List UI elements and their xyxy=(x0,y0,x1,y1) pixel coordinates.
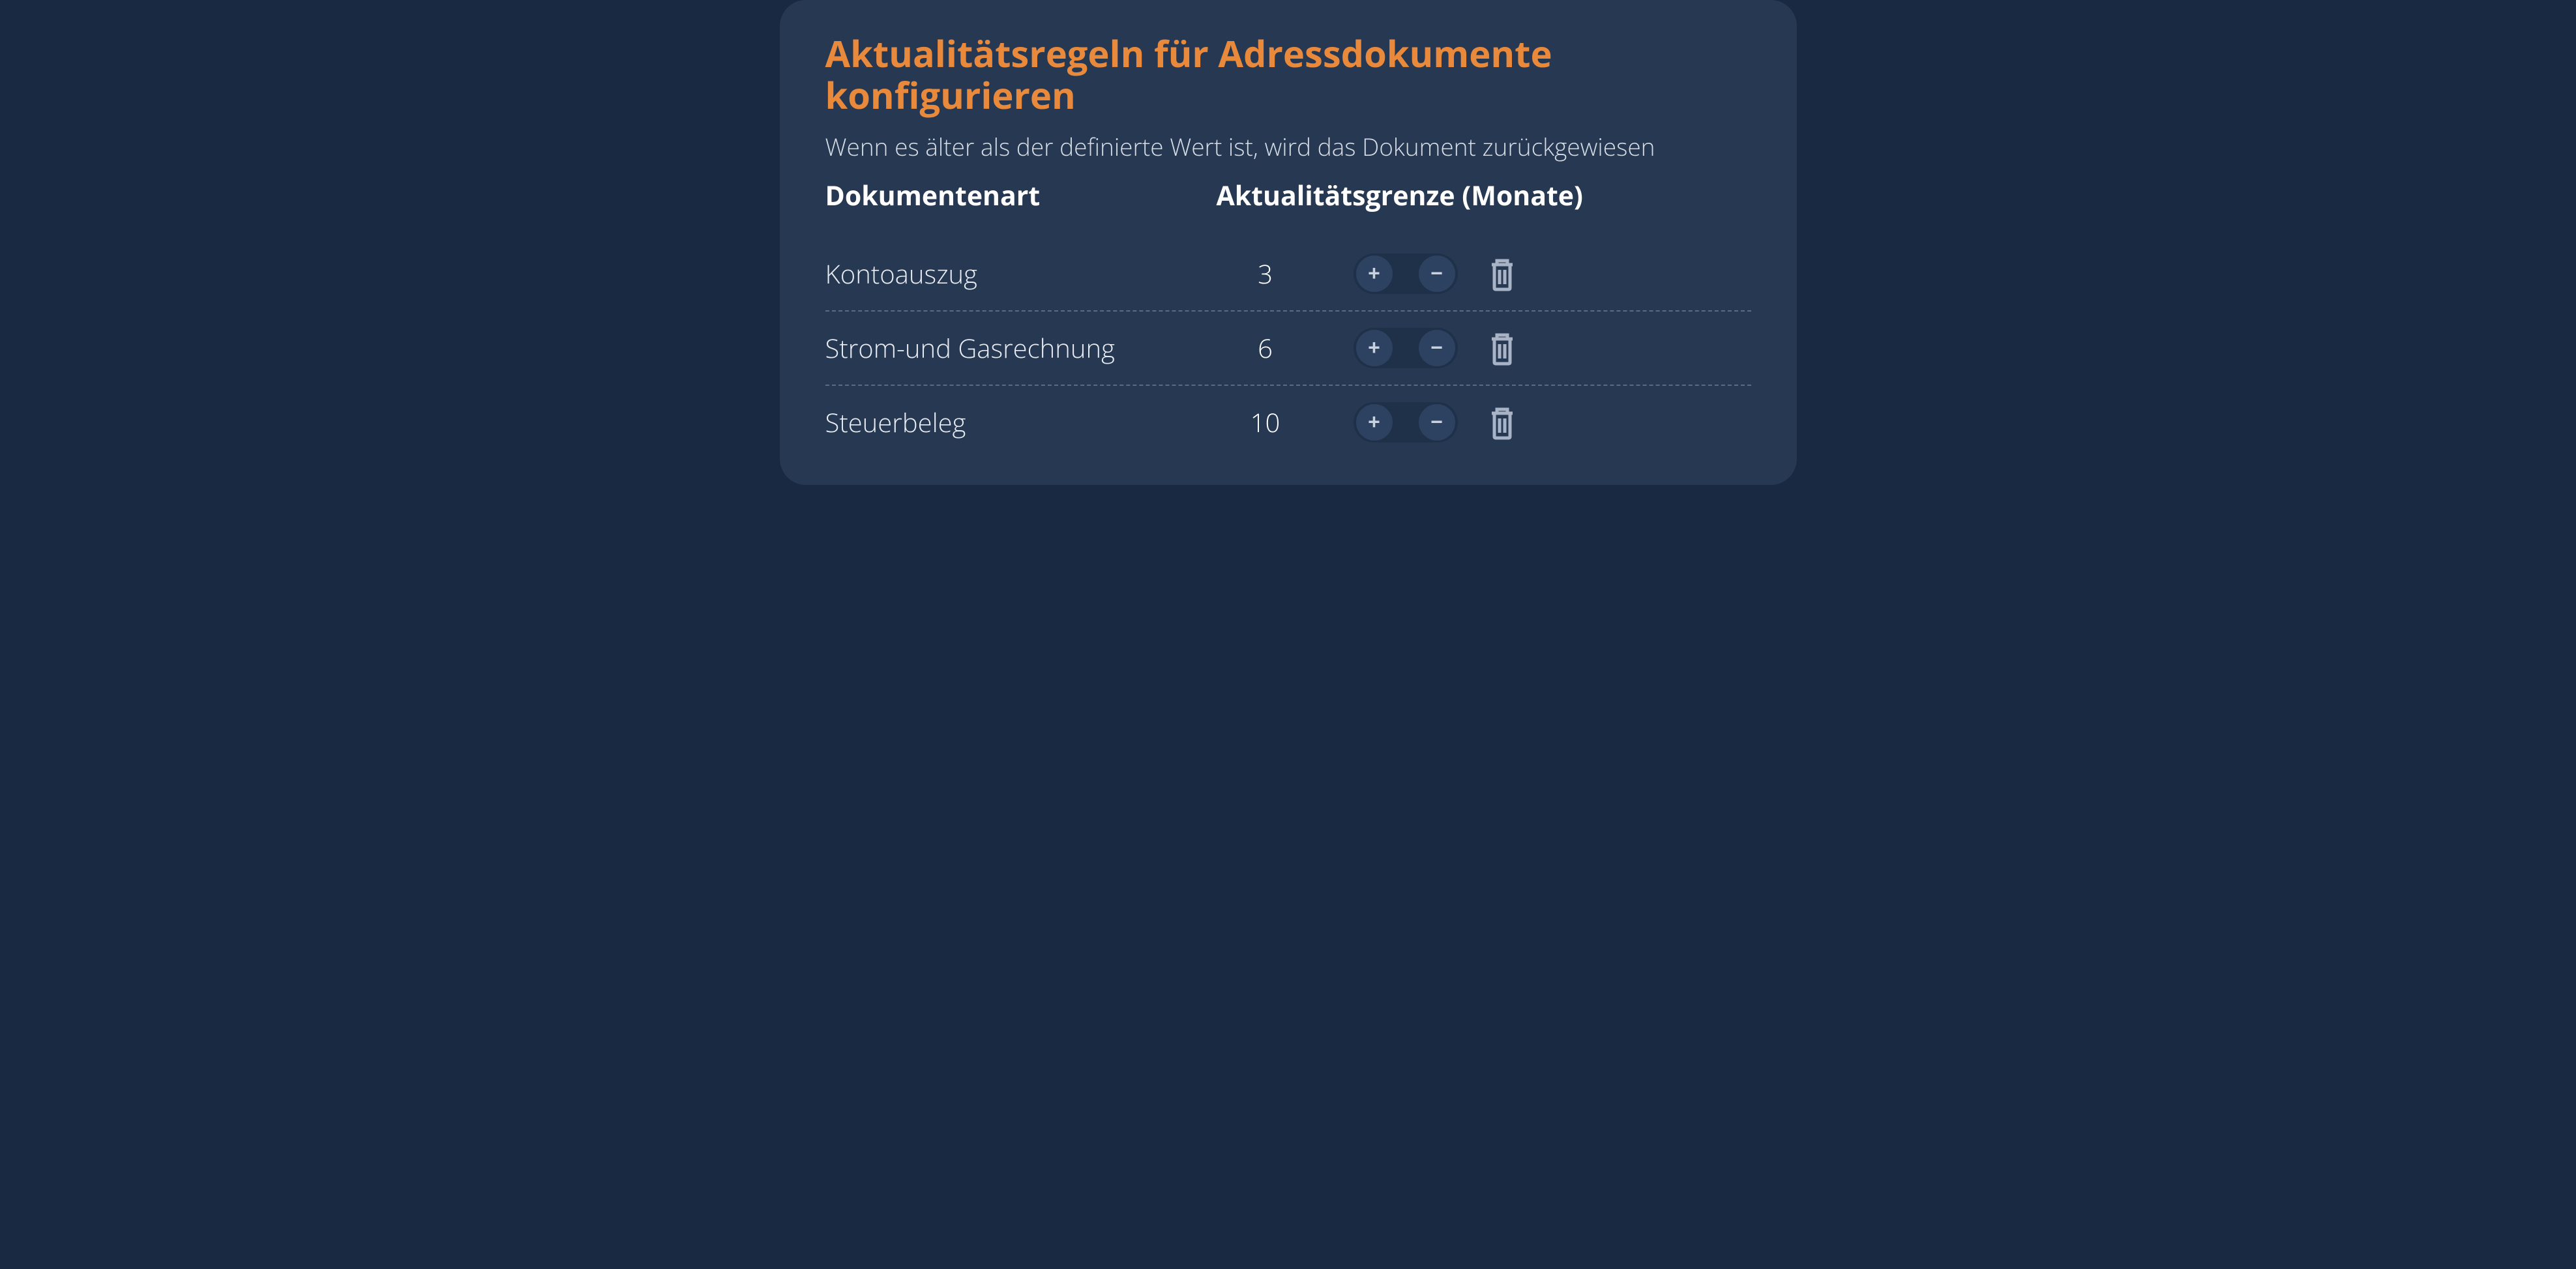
table-headers: Dokumentenart Aktualitätsgrenze (Monate) xyxy=(825,177,1751,214)
increment-button[interactable]: + xyxy=(1356,404,1393,441)
minus-icon: − xyxy=(1430,261,1443,285)
row-value: 6 xyxy=(1217,330,1314,366)
plus-icon: + xyxy=(1368,336,1380,360)
row-value: 3 xyxy=(1217,255,1314,291)
header-limit: Aktualitätsgrenze (Monate) xyxy=(1217,177,1751,214)
row-controls: + − xyxy=(1314,327,1751,369)
increment-button[interactable]: + xyxy=(1356,330,1393,366)
config-panel: Aktualitätsregeln für Adressdokumente ko… xyxy=(780,0,1797,485)
row-label: Steuerbeleg xyxy=(825,404,1217,440)
trash-icon xyxy=(1487,255,1518,292)
minus-icon: − xyxy=(1430,410,1443,434)
row-label: Kontoauszug xyxy=(825,255,1217,291)
quantity-stepper: + − xyxy=(1354,328,1458,368)
decrement-button[interactable]: − xyxy=(1419,255,1455,292)
trash-icon xyxy=(1487,404,1518,441)
decrement-button[interactable]: − xyxy=(1419,404,1455,441)
header-doctype: Dokumentenart xyxy=(825,177,1217,214)
row-value: 10 xyxy=(1217,404,1314,440)
table-row: Strom-und Gasrechnung 6 + − xyxy=(825,312,1751,386)
delete-button[interactable] xyxy=(1484,401,1520,443)
row-controls: + − xyxy=(1314,253,1751,295)
table-row: Steuerbeleg 10 + − xyxy=(825,386,1751,459)
delete-button[interactable] xyxy=(1484,327,1520,369)
row-controls: + − xyxy=(1314,401,1751,443)
trash-icon xyxy=(1487,330,1518,366)
delete-button[interactable] xyxy=(1484,253,1520,295)
increment-button[interactable]: + xyxy=(1356,255,1393,292)
plus-icon: + xyxy=(1368,261,1380,285)
quantity-stepper: + − xyxy=(1354,254,1458,294)
row-label: Strom-und Gasrechnung xyxy=(825,330,1217,366)
quantity-stepper: + − xyxy=(1354,402,1458,443)
panel-title: Aktualitätsregeln für Adressdokumente ko… xyxy=(825,33,1751,117)
plus-icon: + xyxy=(1368,410,1380,434)
table-row: Kontoauszug 3 + − xyxy=(825,237,1751,312)
minus-icon: − xyxy=(1430,336,1443,360)
decrement-button[interactable]: − xyxy=(1419,330,1455,366)
panel-subtitle: Wenn es älter als der definierte Wert is… xyxy=(825,130,1751,163)
